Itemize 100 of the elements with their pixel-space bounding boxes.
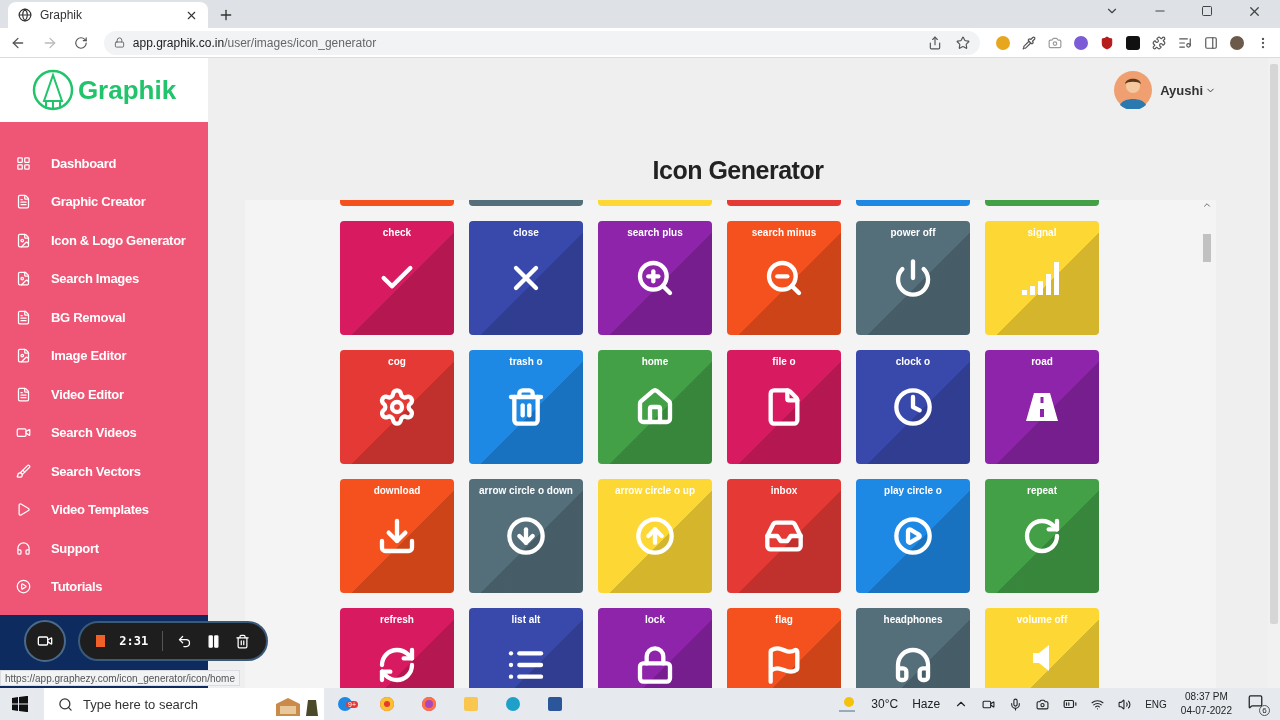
nav-item[interactable]: Icon & Logo Generator [0, 221, 208, 260]
delete-button[interactable] [235, 633, 250, 649]
reload-icon[interactable] [73, 35, 88, 50]
icon-tile[interactable]: refresh [340, 608, 454, 688]
icon-tile[interactable]: trash o [469, 350, 583, 464]
lock-icon [113, 37, 125, 48]
icon-tile[interactable]: close [469, 221, 583, 335]
battery-icon[interactable] [1063, 697, 1078, 711]
play-icon [16, 502, 31, 518]
nav-item[interactable]: Search Images [0, 259, 208, 298]
nav-item[interactable]: Tutorials [0, 567, 208, 606]
notifications-button[interactable]: 6 [1246, 692, 1270, 716]
tab-title: Graphik [40, 8, 84, 22]
icon-tile[interactable]: home [598, 350, 712, 464]
nav-item[interactable]: Video Editor [0, 375, 208, 414]
stop-button[interactable] [96, 635, 106, 647]
wifi-icon[interactable] [1091, 697, 1105, 711]
browser-tab[interactable]: Graphik [8, 2, 208, 28]
status-url: https://app.graphezy.com/icon_generator/icon/home [0, 670, 240, 686]
zoom-in-icon [635, 258, 675, 298]
clock-icon [893, 387, 933, 427]
play-circle-icon [893, 516, 933, 556]
notification-count: 6 [1259, 705, 1270, 716]
refresh-icon [377, 645, 417, 685]
icon-tile[interactable]: repeat [985, 479, 1099, 593]
undo-button[interactable] [177, 633, 192, 649]
icon-tile[interactable]: flag [727, 608, 841, 688]
weather-text[interactable]: Haze [912, 697, 941, 711]
playlist-icon[interactable] [1178, 35, 1192, 50]
nav-item[interactable]: Search Vectors [0, 452, 208, 491]
maximize-icon[interactable] [1201, 5, 1213, 17]
headphones-icon [16, 540, 31, 556]
nav-item[interactable]: BG Removal [0, 298, 208, 337]
profile-avatar[interactable] [1230, 35, 1244, 50]
nav-item[interactable]: Dashboard [0, 144, 208, 183]
camera-icon[interactable] [1036, 697, 1050, 711]
scroll-up-icon[interactable] [1202, 200, 1212, 210]
scrollbar-thumb[interactable] [1203, 234, 1211, 262]
side-panel-icon[interactable] [1204, 35, 1218, 50]
icon-tile[interactable] [985, 200, 1099, 206]
speaker-icon [1033, 645, 1051, 671]
eyedropper-icon[interactable] [1022, 35, 1036, 50]
windows-icon[interactable] [12, 696, 28, 712]
icon-tile[interactable]: search plus [598, 221, 712, 335]
icon-tile[interactable] [340, 200, 454, 206]
language-indicator[interactable]: ENG [1145, 698, 1167, 710]
icon-tile[interactable]: check [340, 221, 454, 335]
search-icon [58, 696, 73, 712]
trash-icon [506, 387, 546, 427]
nav-item[interactable]: Graphic Creator [0, 182, 208, 221]
icon-tile[interactable]: power off [856, 221, 970, 335]
icon-tile[interactable]: cog [340, 350, 454, 464]
grid-icon [16, 155, 31, 171]
lock-icon [635, 645, 675, 685]
nav-item[interactable]: Image Editor [0, 336, 208, 375]
clock-date[interactable]: 04-07-2022 [1180, 704, 1232, 718]
icon-tile[interactable]: inbox [727, 479, 841, 593]
new-tab-icon[interactable] [218, 7, 234, 23]
extension-icon[interactable] [1126, 35, 1140, 50]
icon-tile[interactable]: file o [727, 350, 841, 464]
nav-item[interactable]: Search Videos [0, 413, 208, 452]
logo-text: Graphik [77, 74, 177, 106]
shield-icon[interactable] [1100, 35, 1114, 50]
icon-tile[interactable]: headphones [856, 608, 970, 688]
avatar[interactable] [1114, 71, 1153, 109]
address-bar[interactable]: app.graphik.co.in/user/images/icon_generator [103, 30, 980, 55]
icon-tile[interactable] [727, 200, 841, 206]
document-icon [16, 386, 31, 402]
settings-icon [377, 387, 417, 427]
star-icon[interactable] [956, 35, 970, 50]
icon-tile[interactable] [856, 200, 970, 206]
nav-item[interactable]: Video Templates [0, 490, 208, 529]
scrollbar-thumb[interactable] [1270, 64, 1278, 624]
pause-button[interactable] [206, 633, 221, 649]
globe-icon [18, 8, 32, 22]
icon-tile[interactable]: list alt [469, 608, 583, 688]
icon-tile[interactable] [598, 200, 712, 206]
recording-time: 2:31 [119, 634, 149, 648]
icon-tile[interactable]: arrow circle o down [469, 479, 583, 593]
share-icon[interactable] [928, 35, 942, 50]
clock-time[interactable]: 08:37 PM [1185, 690, 1228, 704]
user-menu[interactable]: Ayushi [1160, 82, 1216, 98]
icon-tile[interactable]: search minus [727, 221, 841, 335]
search-field[interactable]: Type here to search [44, 688, 324, 720]
icon-tile[interactable]: road [985, 350, 1099, 464]
temperature-text[interactable]: 30°C [871, 697, 899, 711]
volume-icon[interactable] [1118, 697, 1132, 711]
icon-tile[interactable]: download [340, 479, 454, 593]
icon-tile[interactable]: lock [598, 608, 712, 688]
icon-tile[interactable]: play circle o [856, 479, 970, 593]
url-text: app.graphik.co.in/user/images/icon_generator [132, 35, 377, 50]
document-icon [16, 309, 31, 325]
puzzle-icon[interactable] [1152, 35, 1166, 50]
video-camera-icon [37, 633, 53, 649]
nav-item[interactable]: Support [0, 529, 208, 568]
mic-icon[interactable] [1009, 697, 1023, 711]
icon-tile[interactable]: clock o [856, 350, 970, 464]
icon-tile[interactable] [469, 200, 583, 206]
message-icon [1248, 694, 1263, 709]
house-icon [635, 387, 675, 427]
